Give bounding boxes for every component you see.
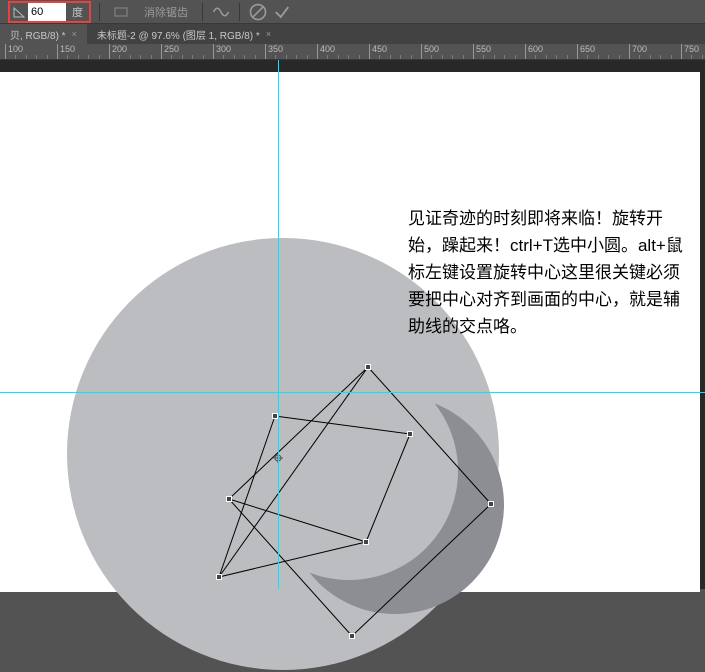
interpolation-dropdown[interactable] [108, 2, 134, 22]
canvas-container: 见证奇迹的时刻即将来临！旋转开始，躁起来！ctrl+T选中小圆。alt+鼠标左键… [0, 60, 705, 589]
document-tab[interactable]: 未标题-2 @ 97.6% (图层 1, RGB/8) * × [87, 24, 281, 44]
close-icon[interactable]: × [266, 29, 271, 39]
transform-handle[interactable] [488, 501, 494, 507]
transform-handle[interactable] [226, 496, 232, 502]
option-bar: 度 消除锯齿 [0, 0, 705, 24]
angle-input[interactable] [28, 3, 66, 21]
transform-handle[interactable] [363, 539, 369, 545]
warp-mode-icon[interactable] [211, 2, 231, 22]
canvas[interactable]: 见证奇迹的时刻即将来临！旋转开始，躁起来！ctrl+T选中小圆。alt+鼠标左键… [0, 72, 700, 592]
divider [202, 3, 203, 21]
commit-transform-icon[interactable] [272, 2, 292, 22]
close-icon[interactable]: × [72, 29, 77, 39]
vertical-guide[interactable] [278, 60, 279, 589]
cancel-transform-icon[interactable] [248, 2, 268, 22]
angle-icon [12, 5, 26, 19]
divider [99, 3, 100, 21]
transform-handle[interactable] [216, 574, 222, 580]
transform-handle[interactable] [407, 431, 413, 437]
document-tab[interactable]: 贝, RGB/8) * × [0, 24, 87, 44]
horizontal-ruler[interactable]: 1001502002503003504004505005506006507007… [0, 44, 705, 60]
antialias-checkbox[interactable]: 消除锯齿 [138, 2, 194, 22]
instruction-text: 见证奇迹的时刻即将来临！旋转开始，躁起来！ctrl+T选中小圆。alt+鼠标左键… [408, 205, 688, 340]
angle-unit-label: 度 [68, 4, 87, 20]
horizontal-guide[interactable] [0, 392, 705, 393]
document-tab-bar: 贝, RGB/8) * × 未标题-2 @ 97.6% (图层 1, RGB/8… [0, 24, 705, 44]
tab-label: 未标题-2 @ 97.6% (图层 1, RGB/8) * [97, 27, 260, 42]
tab-label: 贝, RGB/8) * [10, 27, 66, 42]
transform-handle[interactable] [349, 633, 355, 639]
transform-handle[interactable] [365, 364, 371, 370]
crescent-cutout [240, 362, 458, 580]
angle-control: 度 [8, 1, 91, 23]
divider [239, 3, 240, 21]
